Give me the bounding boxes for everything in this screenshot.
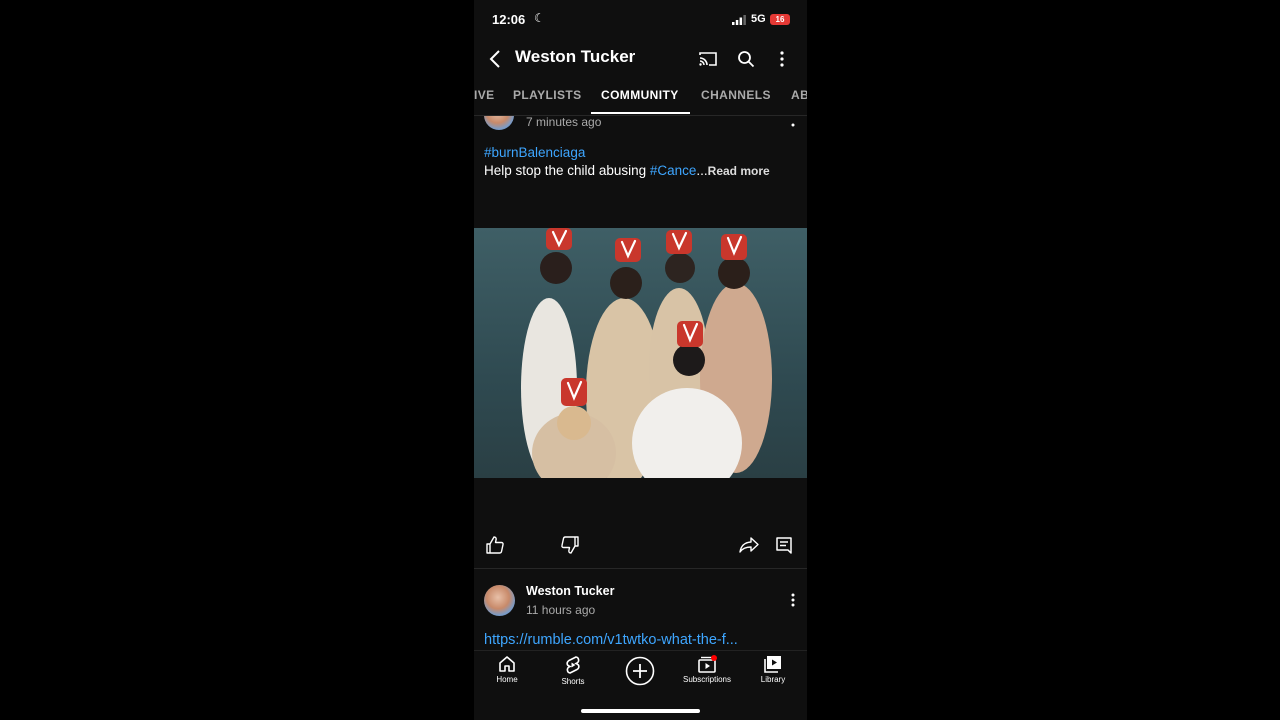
read-more-link[interactable]: Read more — [708, 164, 770, 178]
cast-icon[interactable] — [696, 48, 720, 70]
post2-menu-icon[interactable] — [785, 591, 801, 609]
post1-menu-icon[interactable] — [791, 115, 795, 127]
network-type: 5G — [751, 13, 766, 25]
create-plus-icon — [625, 656, 655, 686]
home-indicator — [581, 709, 700, 713]
nav-home-label: Home — [496, 675, 518, 684]
nav-library[interactable]: Library — [740, 655, 806, 684]
search-icon[interactable] — [734, 48, 758, 70]
post2-time: 11 hours ago — [526, 603, 596, 617]
battery-level: 16 — [775, 15, 785, 24]
active-tab-indicator — [591, 112, 690, 114]
library-icon — [764, 656, 781, 673]
post2-author[interactable]: Weston Tucker — [526, 584, 614, 598]
post2-link[interactable]: https://rumble.com/v1twtko-what-the-f... — [484, 632, 738, 648]
post-separator — [474, 568, 807, 569]
nav-home[interactable]: Home — [474, 655, 540, 684]
comments-icon[interactable] — [773, 535, 795, 555]
post1-trailing-hashtag[interactable]: #Cance — [650, 163, 697, 178]
nav-subscriptions-label: Subscriptions — [682, 675, 732, 684]
post1-hashtag[interactable]: #burnBalenciaga — [484, 144, 585, 162]
moon-icon: ☾ — [534, 11, 545, 25]
dislike-icon[interactable] — [559, 535, 581, 555]
post1-ellipsis: ... — [696, 163, 708, 178]
like-icon[interactable] — [484, 535, 506, 555]
nav-library-label: Library — [760, 675, 786, 684]
channel-tabs: IVE PLAYLISTS COMMUNITY CHANNELS AB — [474, 88, 807, 116]
subscriptions-icon — [698, 655, 717, 673]
shorts-icon — [566, 656, 580, 674]
post-image-illustration — [521, 228, 772, 478]
tab-channels[interactable]: CHANNELS — [701, 88, 771, 102]
back-arrow-icon[interactable] — [484, 48, 506, 70]
signal-icon — [732, 15, 746, 25]
nav-create[interactable] — [607, 656, 673, 686]
post1-text: Help stop the child abusing #Cance...Rea… — [484, 162, 770, 180]
nav-shorts[interactable]: Shorts — [540, 655, 606, 686]
tab-about[interactable]: AB — [791, 88, 807, 102]
tab-live[interactable]: IVE — [474, 88, 495, 102]
more-options-icon[interactable] — [772, 48, 792, 70]
nav-subscriptions[interactable]: Subscriptions — [674, 655, 740, 684]
tab-playlists[interactable]: PLAYLISTS — [513, 88, 582, 102]
share-icon[interactable] — [738, 535, 760, 555]
home-icon — [499, 656, 515, 672]
channel-title: Weston Tucker — [515, 47, 636, 66]
nav-shorts-label: Shorts — [561, 677, 585, 686]
post1-image[interactable] — [474, 228, 807, 478]
status-time: 12:06 — [492, 12, 526, 27]
phone-screen: 12:06 ☾ 5G 16 Weston Tucker IVE PLAYLIST… — [474, 0, 807, 720]
battery-icon: 16 — [770, 14, 790, 25]
post1-time: 7 minutes ago — [526, 115, 602, 129]
post1-body: Help stop the child abusing — [484, 163, 650, 178]
tab-community[interactable]: COMMUNITY — [601, 88, 679, 102]
post2-avatar[interactable] — [484, 585, 515, 616]
